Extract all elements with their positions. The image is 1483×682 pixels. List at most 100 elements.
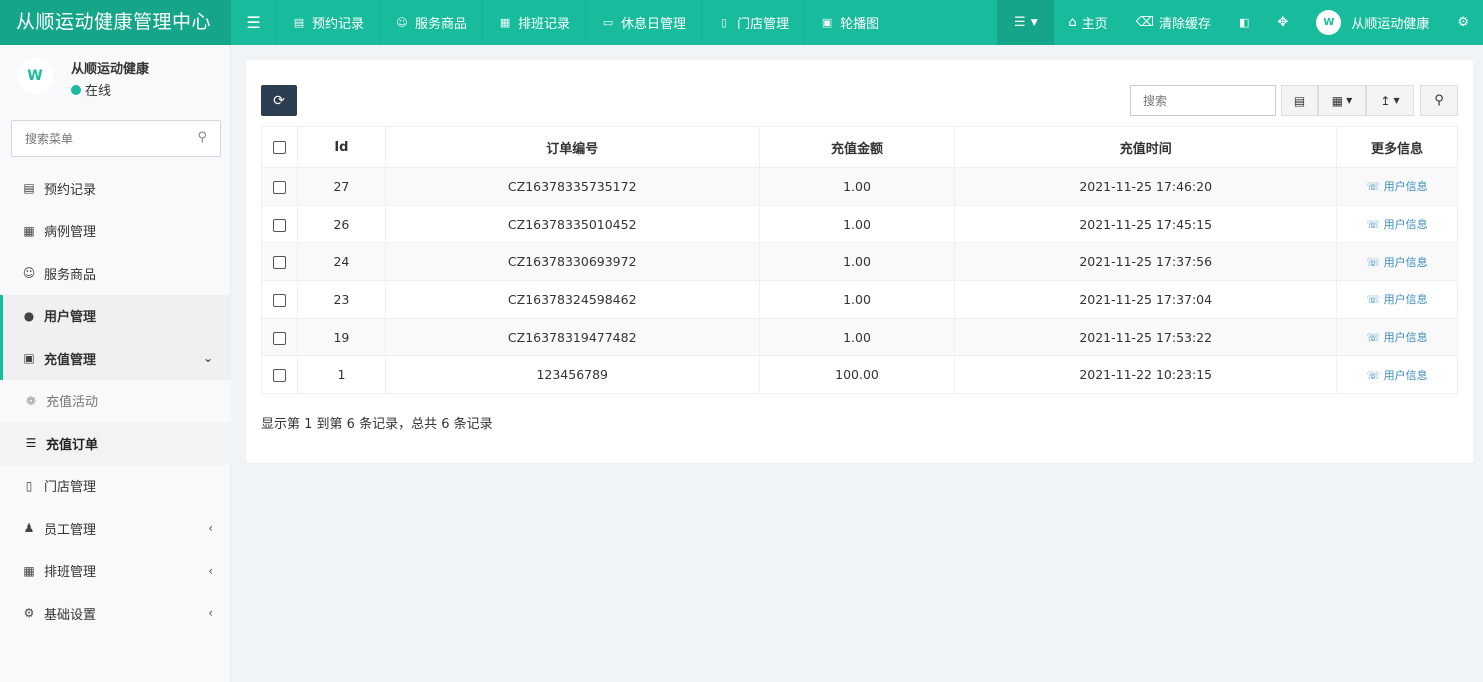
table-search-input[interactable] [1130, 85, 1276, 116]
cell-more: ☏ 用户信息 [1336, 280, 1458, 319]
hamburger-icon: ☰ [246, 13, 261, 32]
row-checkbox[interactable] [272, 180, 286, 194]
puzzle-icon: ❁ [25, 393, 37, 408]
cell-more: ☏ 用户信息 [1336, 317, 1458, 357]
column-header-order-no[interactable]: 订单编号 [384, 126, 760, 168]
pagination-summary: 显示第 1 到第 6 条记录，总共 6 条记录 [261, 417, 493, 432]
settings-button[interactable]: ⚙ [1443, 0, 1483, 45]
user-secret-icon: ♟ [23, 521, 35, 536]
calendar-icon: ▦ [23, 563, 35, 578]
sidebar-item-recharge-orders[interactable]: ☰ 充值订单 [0, 422, 231, 465]
table-row: 26 CZ16378335010452 1.00 2021-11-25 17:4… [261, 204, 1458, 244]
topnav-item-carousel[interactable]: ▣ 轮播图 [804, 0, 894, 45]
column-header-time[interactable]: 充值时间 [954, 126, 1338, 168]
user-menu[interactable]: W 从顺运动健康 [1302, 0, 1443, 45]
topnav-item-label: 服务商品 [415, 17, 468, 32]
cell-id: 24 [296, 242, 386, 282]
cell-amount: 1.00 [758, 280, 956, 319]
menu-search: ⚲ [11, 120, 221, 157]
table-row: 19 CZ16378319477482 1.00 2021-11-25 17:5… [261, 317, 1458, 357]
menu-dropdown-button[interactable]: ☰ ▼ [997, 0, 1055, 45]
cell-order-no: CZ16378335735172 [384, 167, 760, 206]
avatar: W [17, 58, 53, 94]
cell-time: 2021-11-25 17:37:56 [954, 242, 1338, 282]
row-checkbox[interactable] [272, 293, 286, 307]
search-icon[interactable]: ⚲ [197, 130, 207, 145]
export-button[interactable]: ↥ ▼ [1366, 85, 1414, 116]
user-info-link[interactable]: ☏ 用户信息 [1366, 331, 1427, 344]
topnav-item-schedule[interactable]: ▦ 排班记录 [482, 0, 585, 45]
toggle-view-button[interactable]: ▤ [1281, 85, 1318, 116]
refresh-button[interactable]: ⟳ [261, 85, 297, 116]
sidebar-item-stores[interactable]: ▯ 门店管理 [0, 465, 231, 508]
caret-down-icon: ▼ [1393, 96, 1400, 105]
building-icon: ▯ [721, 16, 728, 29]
sidebar-toggle-button[interactable]: ☰ [231, 0, 276, 45]
topnav-item-holidays[interactable]: ▭ 休息日管理 [585, 0, 701, 45]
sidebar-item-staff[interactable]: ♟ 员工管理 ‹ [0, 507, 231, 550]
user-info-link[interactable]: ☏ 用户信息 [1366, 218, 1427, 231]
app-title[interactable]: 从顺运动健康管理中心 [0, 0, 231, 45]
sidebar-item-appointments[interactable]: ▤ 预约记录 [0, 167, 231, 210]
user-info-link[interactable]: ☏ 用户信息 [1366, 369, 1427, 382]
row-checkbox[interactable] [272, 369, 286, 383]
sidebar-item-label: 预约记录 [44, 182, 97, 198]
column-header-id[interactable]: Id [296, 126, 386, 168]
topnav-item-appointments[interactable]: ▤ 预约记录 [276, 0, 379, 45]
cell-id: 26 [296, 204, 386, 244]
trash-icon: ⌫ [1135, 15, 1154, 30]
search-icon: ⚲ [1434, 93, 1444, 108]
sidebar-item-label: 充值订单 [46, 437, 99, 453]
columns-button[interactable]: ▦ ▼ [1318, 85, 1366, 116]
sidebar-item-settings[interactable]: ⚙ 基础设置 ‹ [0, 592, 231, 635]
cell-more: ☏ 用户信息 [1336, 355, 1458, 395]
sidebar: W 从顺运动健康 在线 ⚲ ▤ 预约记录 ▦ 病例管理 ☺ 服务商品 ● 用户管… [0, 45, 231, 682]
row-checkbox[interactable] [272, 331, 286, 345]
user-status: 在线 [71, 80, 111, 99]
top-nav: ▤ 预约记录 ☺ 服务商品 ▦ 排班记录 ▭ 休息日管理 ▯ 门店管理 ▣ 轮播… [276, 0, 894, 45]
fullscreen-button[interactable]: ✥ [1263, 0, 1302, 45]
topnav-item-label: 预约记录 [312, 17, 365, 32]
user-menu-label: 从顺运动健康 [1351, 17, 1430, 32]
phone-icon: ☏ [1366, 218, 1381, 232]
building-icon: ▯ [25, 478, 33, 493]
user-info-link[interactable]: ☏ 用户信息 [1366, 256, 1427, 269]
select-all-cell [261, 126, 298, 168]
topnav-item-services[interactable]: ☺ 服务商品 [379, 0, 482, 45]
row-checkbox[interactable] [272, 256, 286, 270]
column-header-amount[interactable]: 充值金额 [758, 126, 956, 168]
sidebar-item-label: 充值管理 [44, 352, 97, 368]
cell-id: 19 [296, 317, 386, 357]
phone-icon: ☏ [1366, 331, 1381, 345]
sidebar-item-recharge[interactable]: ▣ 充值管理 ⌄ [0, 337, 231, 380]
home-link[interactable]: ⌂ 主页 [1054, 0, 1121, 45]
column-header-more: 更多信息 [1336, 126, 1458, 168]
cell-id: 27 [296, 167, 386, 206]
home-icon: ⌂ [1068, 15, 1077, 30]
sidebar-item-label: 服务商品 [44, 267, 97, 283]
sidebar-item-services[interactable]: ☺ 服务商品 [0, 252, 231, 295]
bars-icon: ☰ [25, 436, 37, 451]
cell-time: 2021-11-25 17:53:22 [954, 317, 1338, 357]
row-checkbox[interactable] [272, 218, 286, 232]
right-nav: ☰ ▼ ⌂ 主页 ⌫ 清除缓存 ◧ ✥ W 从顺运动健康 ⚙ [997, 0, 1483, 45]
sidebar-item-cases[interactable]: ▦ 病例管理 [0, 210, 231, 253]
export-icon: ↥ [1380, 93, 1391, 108]
advanced-search-button[interactable]: ⚲ [1420, 85, 1458, 116]
sidebar-item-users[interactable]: ● 用户管理 [0, 294, 231, 337]
row-select-cell [261, 280, 298, 319]
menu-search-input[interactable] [12, 121, 182, 156]
cell-amount: 1.00 [758, 242, 956, 282]
topnav-item-stores[interactable]: ▯ 门店管理 [701, 0, 804, 45]
sidebar-item-scheduling[interactable]: ▦ 排班管理 ‹ [0, 550, 231, 593]
select-all-checkbox[interactable] [272, 140, 286, 154]
clear-cache-button[interactable]: ⌫ 清除缓存 [1122, 0, 1225, 45]
user-info-label: 用户信息 [1383, 255, 1428, 269]
table-row: 1 123456789 100.00 2021-11-22 10:23:15 ☏… [261, 355, 1458, 395]
user-info-link[interactable]: ☏ 用户信息 [1366, 180, 1427, 193]
language-button[interactable]: ◧ [1225, 0, 1263, 45]
sidebar-item-recharge-activities[interactable]: ❁ 充值活动 [0, 379, 231, 422]
cell-more: ☏ 用户信息 [1336, 242, 1458, 282]
user-info-link[interactable]: ☏ 用户信息 [1366, 293, 1427, 306]
grid-icon: ▦ [499, 16, 511, 29]
